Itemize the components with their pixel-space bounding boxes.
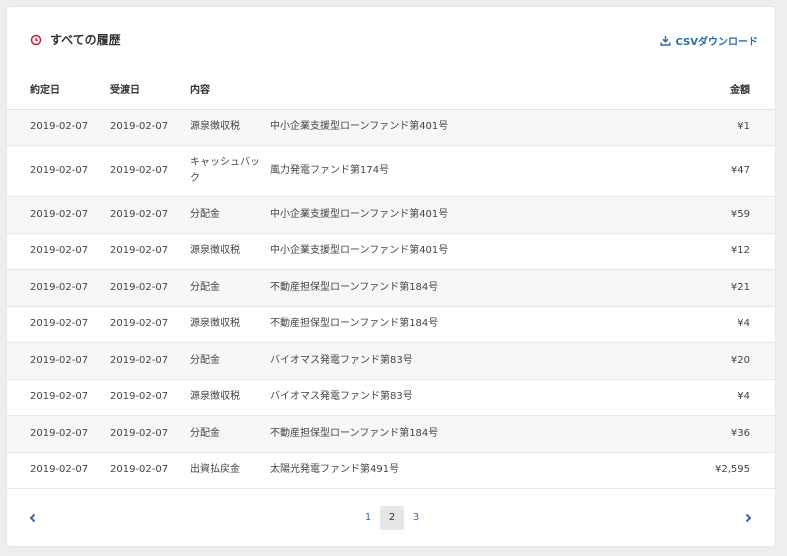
type-cell: 出資払戻金 [190, 452, 270, 489]
pagination: 1 2 3 [7, 504, 775, 534]
csv-download-label: CSVダウンロード [675, 37, 758, 48]
column-header-delivery-date: 受渡日 [110, 69, 190, 110]
trade-date-cell: 2019-02-07 [7, 269, 110, 307]
fund-cell: 中小企業支援型ローンファンド第401号 [270, 233, 570, 270]
column-header-amount: 金額 [570, 69, 775, 110]
amount-cell: ¥1 [570, 109, 775, 146]
trade-date-cell: 2019-02-07 [7, 109, 110, 146]
table-row: 2019-02-07 2019-02-07 分配金 不動産担保型ローンファンド第… [7, 269, 775, 307]
card-header: すべての履歴 CSVダウンロード [7, 7, 775, 69]
trade-date-cell: 2019-02-07 [7, 233, 110, 270]
trade-date-cell: 2019-02-07 [7, 306, 110, 343]
trade-date-cell: 2019-02-07 [7, 342, 110, 380]
page-title: すべての履歴 [30, 31, 121, 48]
amount-cell: ¥2,595 [570, 452, 775, 489]
fund-cell: 不動産担保型ローンファンド第184号 [270, 415, 570, 453]
table-row: 2019-02-07 2019-02-07 キャッシュバック 風力発電ファンド第… [7, 145, 775, 197]
type-cell: 源泉徴収税 [190, 306, 270, 343]
amount-cell: ¥36 [570, 415, 775, 453]
csv-download-button[interactable]: CSVダウンロード [659, 33, 758, 48]
page-button-3[interactable]: 3 [404, 506, 428, 530]
table-row: 2019-02-07 2019-02-07 分配金 中小企業支援型ローンファンド… [7, 196, 775, 234]
amount-cell: ¥12 [570, 233, 775, 270]
page-button-2[interactable]: 2 [380, 506, 404, 530]
history-table: 約定日 受渡日 内容 金額 2019-02-07 2019-02-07 源泉徴収… [7, 69, 775, 489]
column-header-trade-date: 約定日 [7, 69, 110, 110]
column-header-content: 内容 [190, 69, 270, 110]
chevron-right-icon[interactable] [743, 513, 753, 523]
clock-icon [30, 34, 42, 46]
delivery-date-cell: 2019-02-07 [110, 306, 190, 343]
delivery-date-cell: 2019-02-07 [110, 196, 190, 234]
fund-cell: 中小企業支援型ローンファンド第401号 [270, 196, 570, 234]
page-button-1[interactable]: 1 [356, 506, 380, 530]
type-cell: 分配金 [190, 269, 270, 307]
amount-cell: ¥21 [570, 269, 775, 307]
delivery-date-cell: 2019-02-07 [110, 269, 190, 307]
table-row: 2019-02-07 2019-02-07 源泉徴収税 中小企業支援型ローンファ… [7, 109, 775, 146]
type-cell: 源泉徴収税 [190, 109, 270, 146]
table-row: 2019-02-07 2019-02-07 分配金 バイオマス発電ファンド第83… [7, 342, 775, 380]
delivery-date-cell: 2019-02-07 [110, 415, 190, 453]
amount-cell: ¥4 [570, 306, 775, 343]
type-cell: キャッシュバック [190, 145, 270, 197]
fund-cell: 不動産担保型ローンファンド第184号 [270, 269, 570, 307]
amount-cell: ¥4 [570, 379, 775, 416]
delivery-date-cell: 2019-02-07 [110, 342, 190, 380]
trade-date-cell: 2019-02-07 [7, 196, 110, 234]
table-row: 2019-02-07 2019-02-07 出資払戻金 太陽光発電ファンド第49… [7, 452, 775, 489]
fund-cell: バイオマス発電ファンド第83号 [270, 379, 570, 416]
trade-date-cell: 2019-02-07 [7, 145, 110, 197]
amount-cell: ¥47 [570, 145, 775, 197]
table-header-row: 約定日 受渡日 内容 金額 [7, 69, 775, 110]
table-row: 2019-02-07 2019-02-07 分配金 不動産担保型ローンファンド第… [7, 415, 775, 453]
delivery-date-cell: 2019-02-07 [110, 145, 190, 197]
type-cell: 源泉徴収税 [190, 233, 270, 270]
history-card: すべての履歴 CSVダウンロード 約定日 受渡日 内容 金額 2019-02-0… [7, 7, 775, 546]
type-cell: 分配金 [190, 342, 270, 380]
type-cell: 分配金 [190, 196, 270, 234]
delivery-date-cell: 2019-02-07 [110, 452, 190, 489]
amount-cell: ¥59 [570, 196, 775, 234]
amount-cell: ¥20 [570, 342, 775, 380]
delivery-date-cell: 2019-02-07 [110, 233, 190, 270]
type-cell: 源泉徴収税 [190, 379, 270, 416]
table-row: 2019-02-07 2019-02-07 源泉徴収税 中小企業支援型ローンファ… [7, 233, 775, 270]
page-list: 1 2 3 [356, 506, 428, 530]
fund-cell: 中小企業支援型ローンファンド第401号 [270, 109, 570, 146]
trade-date-cell: 2019-02-07 [7, 452, 110, 489]
trade-date-cell: 2019-02-07 [7, 379, 110, 416]
delivery-date-cell: 2019-02-07 [110, 379, 190, 416]
page-title-text: すべての履歴 [50, 33, 121, 47]
fund-cell: 不動産担保型ローンファンド第184号 [270, 306, 570, 343]
fund-cell: 太陽光発電ファンド第491号 [270, 452, 570, 489]
table-row: 2019-02-07 2019-02-07 源泉徴収税 バイオマス発電ファンド第… [7, 379, 775, 416]
download-icon [659, 35, 671, 46]
column-header-fund [270, 69, 570, 110]
delivery-date-cell: 2019-02-07 [110, 109, 190, 146]
fund-cell: バイオマス発電ファンド第83号 [270, 342, 570, 380]
chevron-left-icon[interactable] [28, 513, 38, 523]
type-cell: 分配金 [190, 415, 270, 453]
trade-date-cell: 2019-02-07 [7, 415, 110, 453]
fund-cell: 風力発電ファンド第174号 [270, 145, 570, 197]
table-row: 2019-02-07 2019-02-07 源泉徴収税 不動産担保型ローンファン… [7, 306, 775, 343]
